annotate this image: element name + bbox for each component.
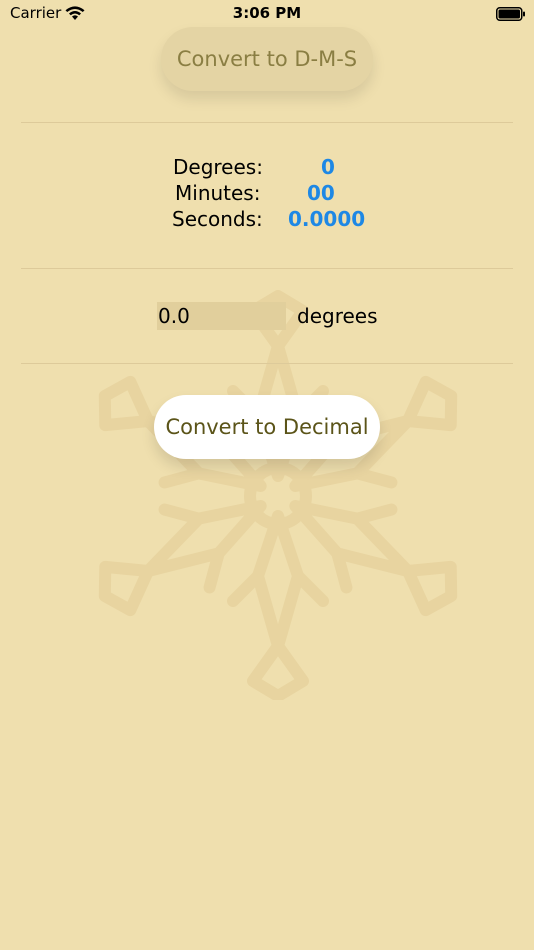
divider-bottom <box>21 363 513 364</box>
battery-icon <box>496 7 525 21</box>
degrees-label: Degrees: <box>173 155 263 179</box>
status-time: 3:06 PM <box>232 4 302 22</box>
convert-to-dms-button[interactable]: Convert to D-M-S <box>161 27 373 91</box>
minutes-label: Minutes: <box>175 181 261 205</box>
divider-top <box>21 122 513 123</box>
minutes-value: 00 <box>307 181 335 205</box>
convert-to-decimal-button[interactable]: Convert to Decimal <box>154 395 380 459</box>
divider-middle <box>21 268 513 269</box>
degrees-unit-label: degrees <box>297 304 378 328</box>
seconds-label: Seconds: <box>172 207 263 231</box>
seconds-value: 0.0000 <box>288 207 366 231</box>
status-bar: Carrier 3:06 PM <box>0 0 534 28</box>
degrees-value: 0 <box>321 155 335 179</box>
decimal-degrees-input[interactable] <box>157 302 286 330</box>
snowflake-icon <box>48 290 508 700</box>
